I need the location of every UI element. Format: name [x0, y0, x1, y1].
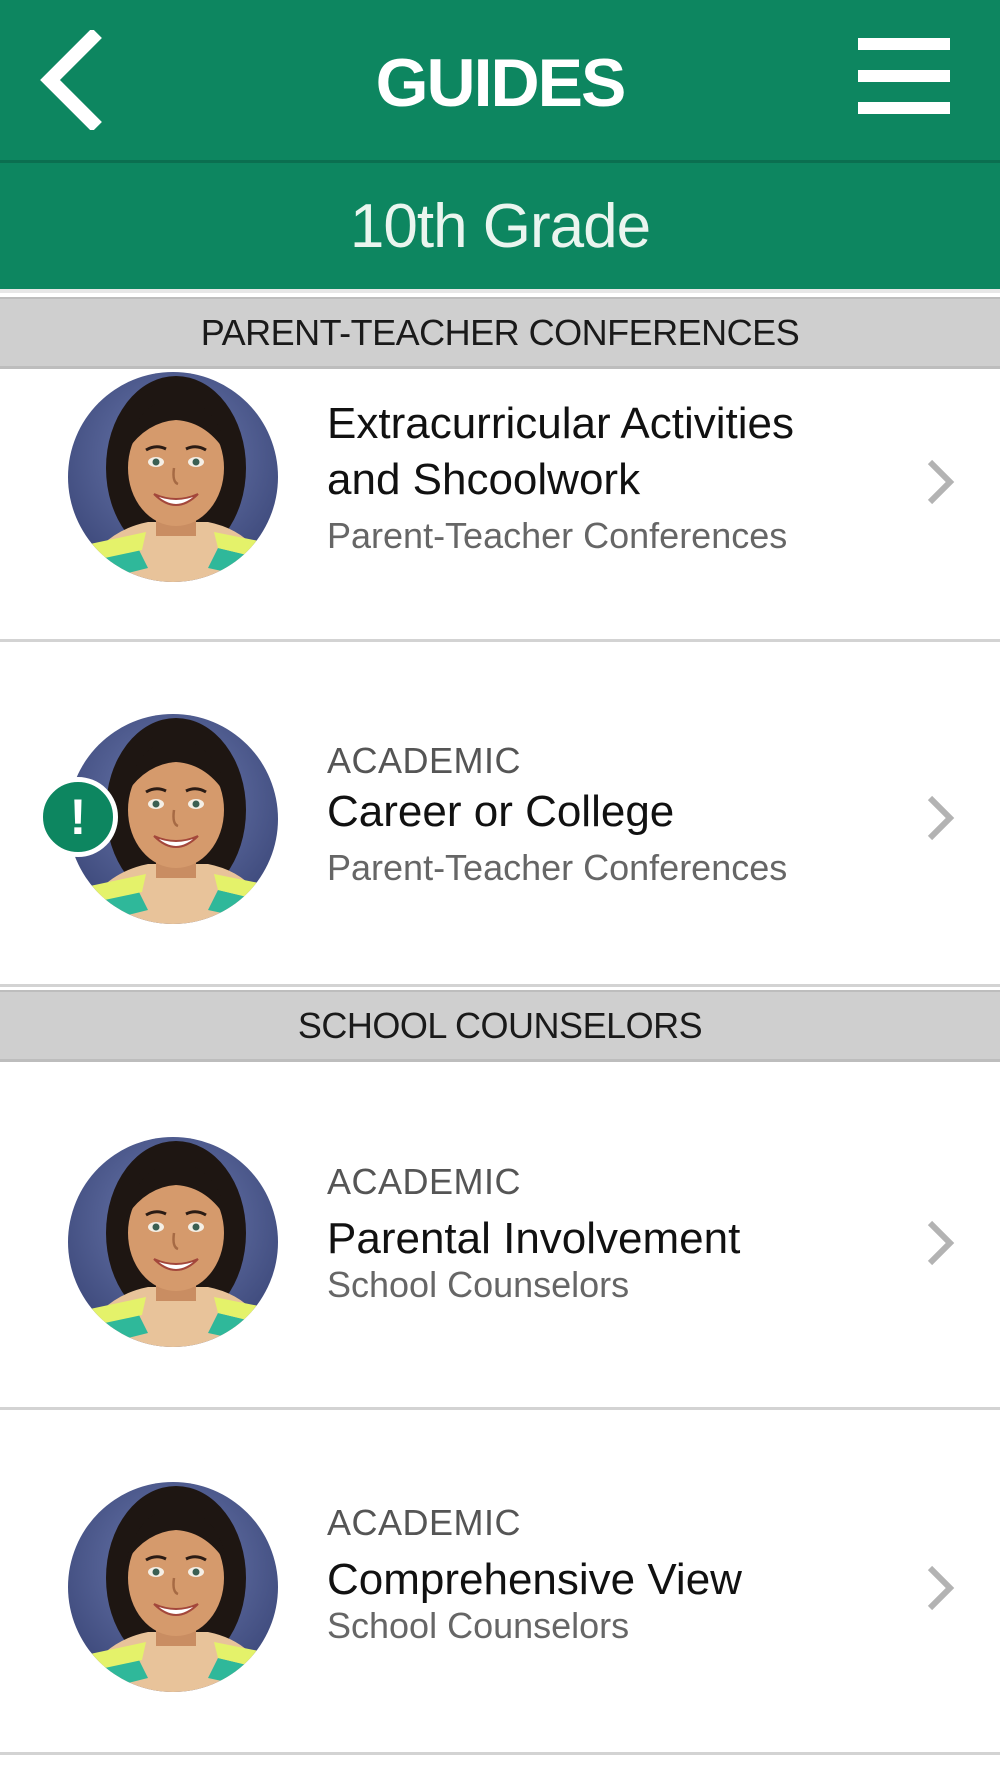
list-item[interactable]: Extracurricular Activities and Shcoolwor… — [0, 372, 1000, 642]
list-item[interactable]: ! ACADEMIC Career or College Parent-Teac… — [0, 642, 1000, 987]
list-item-subtitle: Parent-Teacher Conferences — [327, 847, 788, 888]
student-photo — [68, 372, 278, 582]
app-header: GUIDES — [0, 0, 1000, 163]
list-item-title: Career or College — [327, 787, 675, 836]
chevron-right-icon — [922, 1215, 958, 1271]
list-item[interactable]: ACADEMIC Comprehensive View School Couns… — [0, 1410, 1000, 1755]
list-item-text: Extracurricular Activities and Shcoolwor… — [327, 396, 887, 560]
list-item-title: Parental Involvement — [327, 1214, 741, 1263]
list-item[interactable]: ACADEMIC Parental Involvement School Cou… — [0, 1065, 1000, 1410]
list-item-text: ACADEMIC Comprehensive View School Couns… — [327, 1502, 887, 1650]
chevron-right-icon — [922, 1560, 958, 1616]
section-header-parent-teacher: PARENT-TEACHER CONFERENCES — [0, 297, 1000, 369]
student-photo — [68, 1482, 278, 1692]
exclamation-icon: ! — [38, 777, 118, 857]
menu-button[interactable] — [858, 36, 950, 114]
list-item-subtitle: School Counselors — [327, 1605, 630, 1646]
list-item-category: ACADEMIC — [327, 1161, 522, 1202]
list-item-title: Comprehensive View — [327, 1555, 742, 1604]
list-item-subtitle: Parent-Teacher Conferences — [327, 515, 788, 556]
list-item-title: and Shcoolwork — [327, 455, 641, 504]
list-item-text: ACADEMIC Parental Involvement School Cou… — [327, 1161, 887, 1309]
chevron-right-icon — [922, 790, 958, 846]
chevron-right-icon — [922, 454, 958, 510]
list-item-category: ACADEMIC — [327, 1502, 522, 1543]
hamburger-menu-icon — [858, 102, 950, 114]
student-photo — [68, 1137, 278, 1347]
section-header-school-counselors: SCHOOL COUNSELORS — [0, 990, 1000, 1062]
page-title: GUIDES — [375, 45, 627, 121]
hamburger-menu-icon — [858, 38, 950, 50]
list-item-text: ACADEMIC Career or College Parent-Teache… — [327, 740, 887, 892]
list-item-title: Extracurricular Activities — [327, 399, 795, 448]
grade-label: 10th Grade — [349, 192, 651, 261]
list-item-category: ACADEMIC — [327, 740, 522, 781]
grade-banner: 10th Grade — [0, 163, 1000, 293]
list-item-subtitle: School Counselors — [327, 1264, 630, 1305]
hamburger-menu-icon — [858, 70, 950, 82]
